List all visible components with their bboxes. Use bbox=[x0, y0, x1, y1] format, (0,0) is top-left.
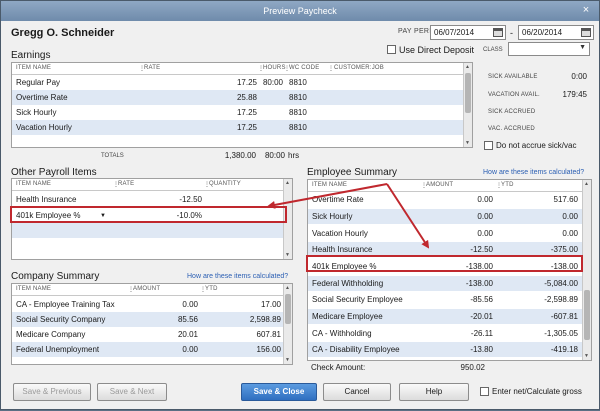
help-button[interactable]: Help bbox=[399, 383, 469, 401]
save-next-button[interactable]: Save & Next bbox=[97, 383, 167, 401]
arrow-to-employee-summary bbox=[386, 183, 430, 249]
enter-net-checkbox[interactable] bbox=[480, 387, 489, 396]
save-previous-button[interactable]: Save & Previous bbox=[13, 383, 91, 401]
enter-net-label: Enter net/Calculate gross bbox=[492, 387, 582, 396]
save-close-button[interactable]: Save & Close bbox=[241, 383, 317, 401]
annotation-arrows bbox=[267, 183, 430, 249]
cancel-button[interactable]: Cancel bbox=[323, 383, 391, 401]
preview-paycheck-window: Preview Paycheck × Gregg O. Schneider PA… bbox=[0, 0, 600, 410]
arrow-to-other-payroll bbox=[267, 183, 388, 209]
